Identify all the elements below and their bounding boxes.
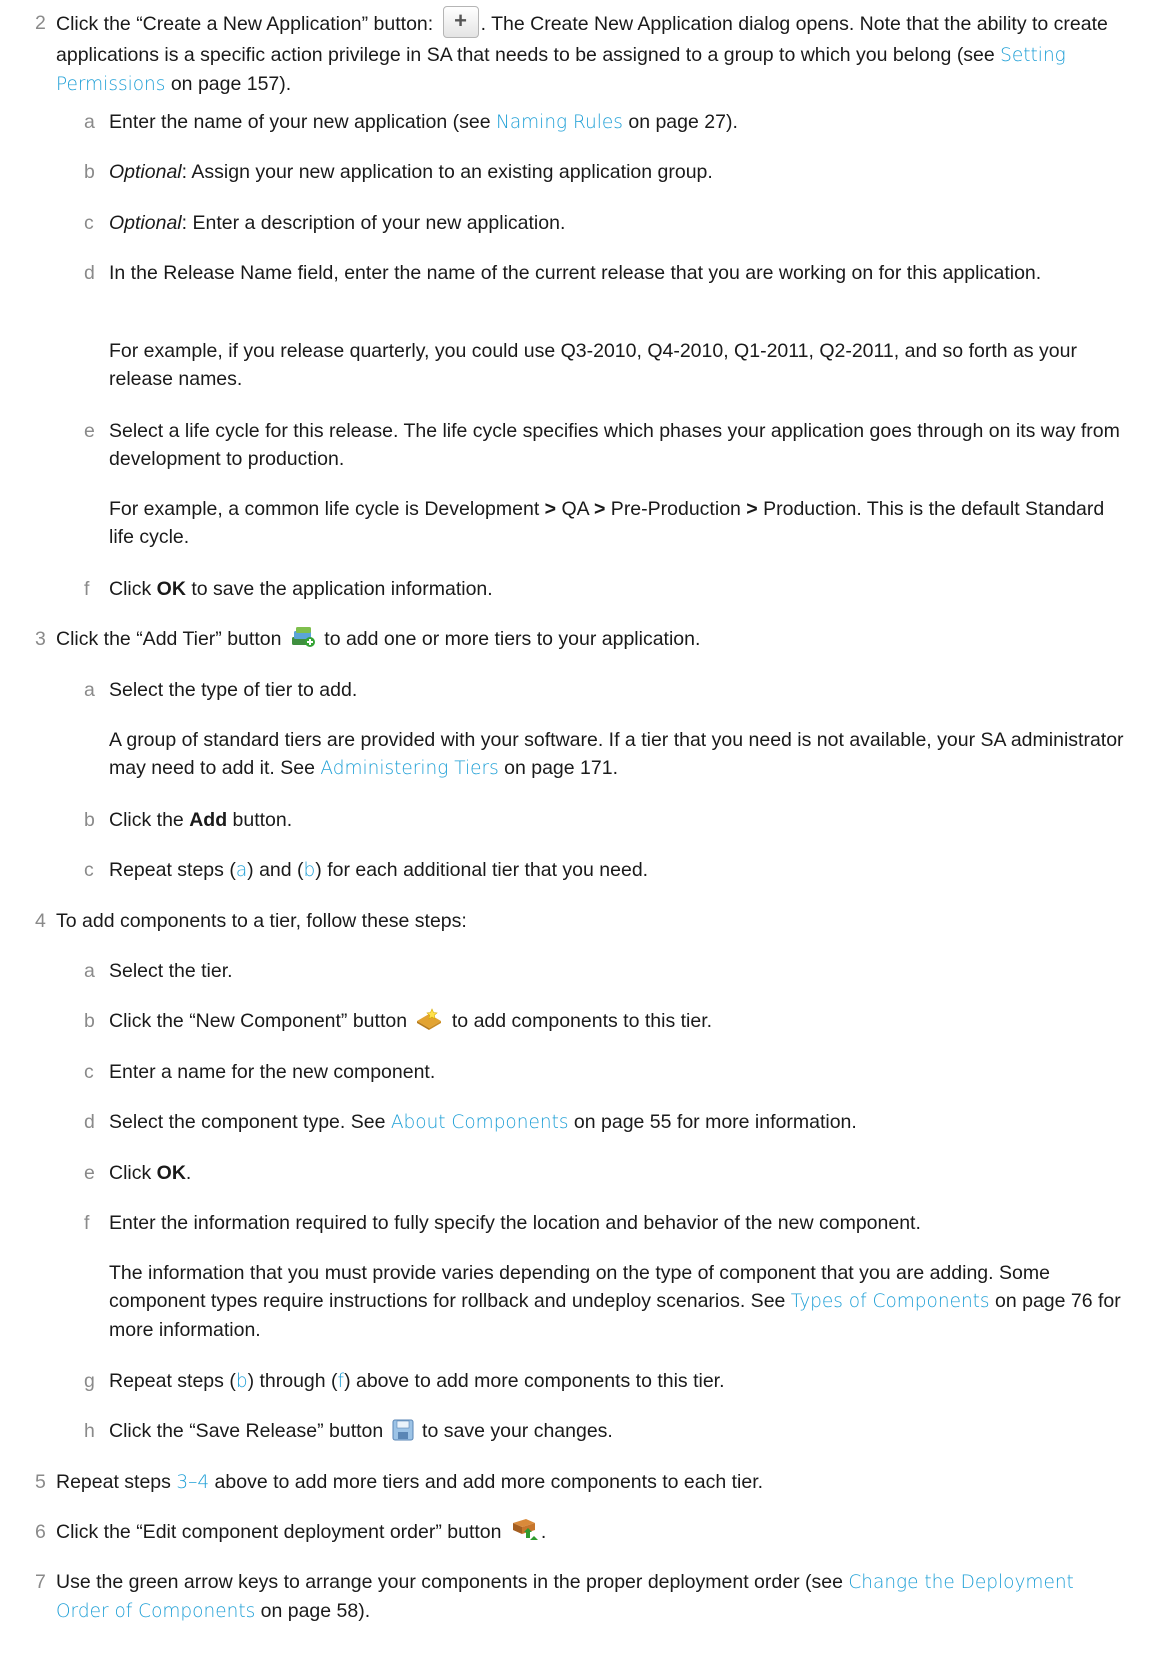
step-number: 4 [35,910,46,932]
substep-letter: a [84,960,95,982]
link-about-components[interactable]: About Components [391,1112,569,1133]
substep-2d: In the Release Name field, enter the nam… [109,262,1042,284]
substep-letter: b [84,1010,95,1032]
step-number: 6 [35,1521,46,1543]
substep-letter: g [84,1370,95,1392]
substep-letter: b [84,809,95,831]
substep-letter: e [84,1162,95,1184]
substep-letter: d [84,262,95,284]
substep-3b: Click the Add button. [109,809,293,831]
substep-letter: a [84,679,95,701]
substep-letter: c [84,859,94,881]
new-component-icon [415,1008,443,1030]
link-step-4[interactable]: 4 [197,1472,209,1493]
step-3-text: Click the “Add Tier” button to add one o… [56,625,1118,653]
substep-letter: f [84,578,90,600]
substep-3c: Repeat steps (a) and (b) for each additi… [109,859,649,881]
step-5-text: Repeat steps 3–4 above to add more tiers… [56,1471,764,1493]
substep-2d-paragraph: For example, if you release quarterly, y… [109,340,1077,390]
step-number: 7 [35,1571,46,1593]
link-administering-tiers[interactable]: Administering Tiers [320,758,498,779]
step-number: 2 [35,12,46,34]
substep-4c: Enter a name for the new component. [109,1061,436,1083]
deployment-order-icon [510,1518,538,1542]
substep-2e: Select a life cycle for this release. Th… [109,420,1120,470]
substep-3a: Select the type of tier to add. [109,679,358,701]
save-release-icon [392,1419,414,1441]
substep-3a-paragraph: A group of standard tiers are provided w… [109,729,1124,779]
link-step-b[interactable]: b [236,1371,248,1392]
step-number: 3 [35,628,46,650]
link-step-3[interactable]: 3 [176,1472,188,1493]
substep-4f: Enter the information required to fully … [109,1212,921,1234]
substep-letter: c [84,1061,94,1083]
substep-letter: c [84,212,94,234]
step-7-text: Use the green arrow keys to arrange your… [56,1571,1074,1622]
substep-4d: Select the component type. See About Com… [109,1111,857,1133]
substep-2a: Enter the name of your new application (… [109,111,738,133]
add-tier-icon [290,626,316,648]
substep-letter: b [84,161,95,183]
link-naming-rules[interactable]: Naming Rules [496,112,623,133]
substep-letter: d [84,1111,95,1133]
substep-4h: Click the “Save Release” button to save … [109,1419,613,1442]
substep-2f: Click OK to save the application informa… [109,578,493,600]
substep-letter: e [84,420,95,442]
link-step-b[interactable]: b [304,860,316,881]
substep-letter: f [84,1212,90,1234]
substep-4a: Select the tier. [109,960,233,982]
substep-4g: Repeat steps (b) through (f) above to ad… [109,1370,725,1392]
substep-letter: h [84,1420,95,1442]
substep-2e-paragraph: For example, a common life cycle is Deve… [109,498,1105,548]
substep-4b: Click the “New Component” button to add … [109,1007,1124,1035]
substep-4e: Click OK. [109,1162,192,1184]
step-number: 5 [35,1471,46,1493]
link-types-of-components[interactable]: Types of Components [791,1291,990,1312]
substep-letter: a [84,111,95,133]
step-2-text: Click the “Create a New Application” but… [56,6,1108,95]
step-4-text: To add components to a tier, follow thes… [56,910,467,932]
step-6-text: Click the “Edit component deployment ord… [56,1518,1118,1546]
create-application-plus-icon: + [442,6,479,38]
link-step-a[interactable]: a [236,860,247,881]
substep-4f-paragraph: The information that you must provide va… [109,1262,1121,1341]
substep-2b: Optional: Assign your new application to… [109,161,713,183]
substep-2c: Optional: Enter a description of your ne… [109,212,566,234]
